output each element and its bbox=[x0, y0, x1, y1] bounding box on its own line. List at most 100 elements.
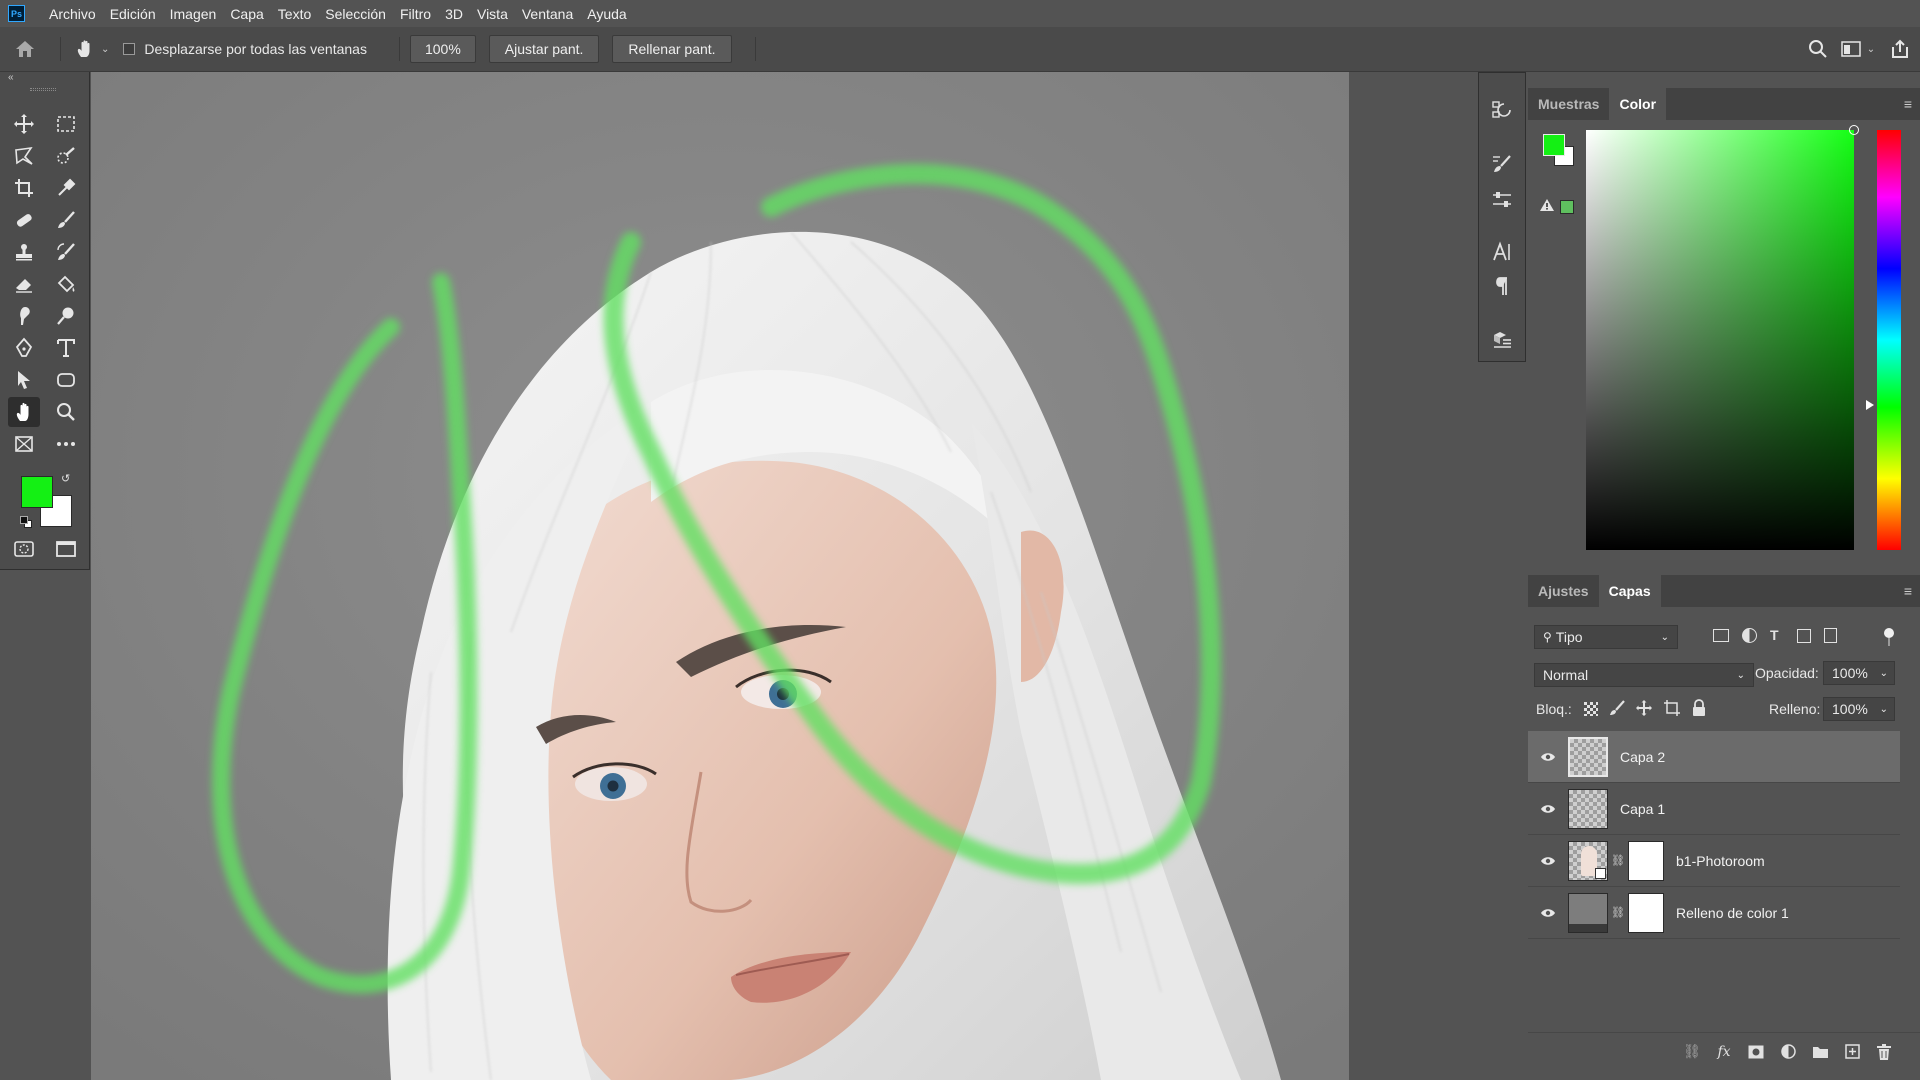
layer-name[interactable]: Capa 2 bbox=[1620, 749, 1665, 765]
history-panel-icon[interactable] bbox=[1479, 93, 1525, 127]
menu-vista[interactable]: Vista bbox=[470, 6, 515, 22]
out-of-gamut-warning-icon[interactable] bbox=[1540, 199, 1554, 214]
toolbox-grip[interactable] bbox=[30, 88, 56, 91]
home-icon[interactable] bbox=[0, 39, 50, 59]
document-window[interactable] bbox=[91, 72, 1349, 1080]
new-group-icon[interactable] bbox=[1804, 1045, 1836, 1059]
crop-tool-icon[interactable] bbox=[8, 173, 40, 203]
pen-tool-icon[interactable] bbox=[8, 333, 40, 363]
add-mask-icon[interactable] bbox=[1740, 1045, 1772, 1059]
more-tools-icon[interactable] bbox=[50, 429, 82, 459]
rectangle-tool-icon[interactable] bbox=[50, 365, 82, 395]
layer-thumbnail[interactable] bbox=[1568, 840, 1608, 881]
character-panel-icon[interactable] bbox=[1479, 235, 1525, 269]
hand-tool-icon[interactable] bbox=[8, 397, 40, 427]
history-brush-tool-icon[interactable] bbox=[50, 237, 82, 267]
default-colors-icon[interactable] bbox=[20, 516, 32, 528]
menu-archivo[interactable]: Archivo bbox=[42, 6, 103, 22]
move-tool-icon[interactable] bbox=[8, 109, 40, 139]
lasso-tool-icon[interactable] bbox=[8, 141, 40, 171]
screen-mode-icon[interactable] bbox=[50, 534, 82, 564]
layer-style-fx-icon[interactable]: fx bbox=[1708, 1044, 1740, 1060]
filter-toggle-icon[interactable] bbox=[1884, 628, 1894, 646]
panel-foreground-swatch[interactable] bbox=[1543, 134, 1565, 156]
filter-pixel-icon[interactable] bbox=[1713, 629, 1729, 642]
path-selection-tool-icon[interactable] bbox=[8, 365, 40, 395]
link-layers-icon[interactable]: ⛓ bbox=[1676, 1043, 1708, 1060]
lock-transparent-icon[interactable] bbox=[1584, 702, 1598, 716]
collapse-toolbox-icon[interactable]: « bbox=[8, 72, 14, 83]
type-tool-icon[interactable] bbox=[50, 333, 82, 363]
lock-all-icon[interactable] bbox=[1691, 699, 1707, 720]
menu-ayuda[interactable]: Ayuda bbox=[580, 6, 633, 22]
opacity-input[interactable]: 100% ⌄ bbox=[1823, 661, 1895, 685]
paint-bucket-tool-icon[interactable] bbox=[50, 269, 82, 299]
dodge-tool-icon[interactable] bbox=[50, 301, 82, 331]
color-picker-field[interactable] bbox=[1586, 125, 1859, 550]
zoom-value-field[interactable]: 100% bbox=[409, 35, 476, 63]
hue-slider[interactable] bbox=[1877, 130, 1901, 550]
menu-capa[interactable]: Capa bbox=[223, 6, 270, 22]
blend-mode-select[interactable]: Normal ⌄ bbox=[1534, 663, 1754, 687]
share-icon[interactable] bbox=[1880, 39, 1920, 59]
menu-ventana[interactable]: Ventana bbox=[515, 6, 580, 22]
layer-row-b1-photoroom[interactable]: ⛓ b1-Photoroom bbox=[1528, 835, 1900, 887]
visibility-eye-icon[interactable] bbox=[1528, 856, 1568, 866]
layer-name[interactable]: Relleno de color 1 bbox=[1676, 905, 1789, 921]
menu-edicion[interactable]: Edición bbox=[103, 6, 163, 22]
layer-name[interactable]: b1-Photoroom bbox=[1676, 853, 1765, 869]
filter-type-icon[interactable]: T bbox=[1770, 627, 1779, 643]
menu-filtro[interactable]: Filtro bbox=[393, 6, 438, 22]
menu-imagen[interactable]: Imagen bbox=[163, 6, 224, 22]
layer-mask-thumbnail[interactable] bbox=[1628, 892, 1664, 933]
fit-screen-button[interactable]: Ajustar pant. bbox=[488, 35, 600, 63]
lock-image-pixels-icon[interactable] bbox=[1608, 699, 1626, 720]
menu-texto[interactable]: Texto bbox=[271, 6, 318, 22]
visibility-eye-icon[interactable] bbox=[1528, 804, 1568, 814]
layer-row-relleno-de-color-1[interactable]: ⛓ Relleno de color 1 bbox=[1528, 887, 1900, 939]
layer-thumbnail[interactable] bbox=[1568, 736, 1608, 777]
layer-row-capa-1[interactable]: Capa 1 bbox=[1528, 783, 1900, 835]
filter-adjustment-icon[interactable] bbox=[1742, 628, 1757, 643]
visibility-eye-icon[interactable] bbox=[1528, 908, 1568, 918]
mask-link-icon[interactable]: ⛓ bbox=[1611, 854, 1625, 867]
smudge-tool-icon[interactable] bbox=[8, 301, 40, 331]
frame-tool-icon[interactable] bbox=[8, 429, 40, 459]
mask-link-icon[interactable]: ⛓ bbox=[1611, 906, 1625, 919]
panel-menu-icon[interactable]: ≡ bbox=[1904, 96, 1912, 112]
delete-layer-icon[interactable] bbox=[1868, 1043, 1900, 1060]
tab-capas[interactable]: Capas bbox=[1598, 575, 1661, 607]
eyedropper-tool-icon[interactable] bbox=[50, 173, 82, 203]
search-icon[interactable] bbox=[1800, 39, 1836, 59]
quick-select-tool-icon[interactable] bbox=[50, 141, 82, 171]
swap-colors-icon[interactable]: ↺ bbox=[61, 472, 70, 485]
fill-screen-button[interactable]: Rellenar pant. bbox=[612, 35, 732, 63]
menu-3d[interactable]: 3D bbox=[438, 6, 470, 22]
layer-filter-select[interactable]: ⚲ Tipo ⌄ bbox=[1534, 625, 1678, 649]
gamut-color-chip[interactable] bbox=[1560, 200, 1574, 214]
layer-thumbnail[interactable] bbox=[1568, 892, 1608, 933]
lock-position-icon[interactable] bbox=[1635, 699, 1653, 720]
lock-artboard-icon[interactable] bbox=[1663, 699, 1681, 720]
brush-tool-icon[interactable] bbox=[50, 205, 82, 235]
marquee-tool-icon[interactable] bbox=[50, 109, 82, 139]
layer-thumbnail[interactable] bbox=[1568, 788, 1608, 829]
filter-smart-object-icon[interactable] bbox=[1824, 628, 1837, 643]
foreground-color-swatch[interactable] bbox=[21, 476, 53, 508]
healing-brush-tool-icon[interactable] bbox=[8, 205, 40, 235]
workspace-icon[interactable]: ⌄ bbox=[1836, 41, 1880, 57]
visibility-eye-icon[interactable] bbox=[1528, 752, 1568, 762]
zoom-tool-icon[interactable] bbox=[50, 397, 82, 427]
fill-input[interactable]: 100% ⌄ bbox=[1823, 697, 1895, 721]
layer-mask-thumbnail[interactable] bbox=[1628, 840, 1664, 881]
menu-seleccion[interactable]: Selección bbox=[318, 6, 393, 22]
scroll-all-checkbox[interactable] bbox=[123, 43, 136, 55]
paragraph-panel-icon[interactable] bbox=[1479, 269, 1525, 303]
new-layer-icon[interactable] bbox=[1836, 1044, 1868, 1059]
tab-color[interactable]: Color bbox=[1609, 88, 1667, 120]
tab-muestras[interactable]: Muestras bbox=[1528, 88, 1609, 120]
eraser-tool-icon[interactable] bbox=[8, 269, 40, 299]
tab-ajustes[interactable]: Ajustes bbox=[1528, 575, 1599, 607]
filter-shape-icon[interactable] bbox=[1797, 629, 1811, 643]
quick-mask-icon[interactable] bbox=[8, 534, 40, 564]
